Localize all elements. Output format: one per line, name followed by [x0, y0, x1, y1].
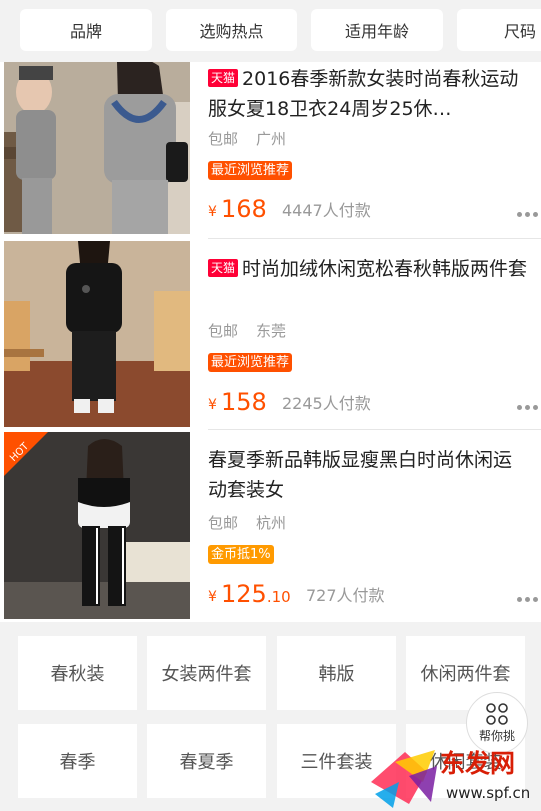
product-item[interactable]: 天猫 2016春季新款女装时尚春秋运动服女夏18卫衣24周岁25休… 包邮 广州 最…: [0, 62, 541, 239]
price-value: 168: [221, 195, 267, 223]
product-title[interactable]: 天猫 时尚加绒休闲宽松春秋韩版两件套: [208, 254, 527, 284]
filter-size[interactable]: 尺码: [457, 9, 541, 51]
location-label: 广州: [256, 130, 287, 148]
location-label: 东莞: [256, 322, 287, 340]
shipping-label: 包邮: [208, 514, 239, 532]
tmall-badge: 天猫: [208, 69, 239, 87]
product-photo-black-tracksuit: [4, 241, 190, 427]
product-title-text: 春夏季新品韩版显瘦黑白时尚休闲运动套装女: [208, 449, 513, 501]
product-title[interactable]: 春夏季新品韩版显瘦黑白时尚休闲运动套装女: [208, 445, 528, 505]
grid-dots-icon: [486, 703, 508, 725]
product-image[interactable]: HOT: [4, 432, 190, 619]
watermark-url: www.spf.cn: [446, 784, 531, 802]
price-row: ¥ 158 2245人付款: [208, 386, 538, 416]
keyword-chip[interactable]: 春夏季: [147, 724, 266, 798]
recent-view-tag: 最近浏览推荐: [208, 161, 293, 180]
product-image[interactable]: [4, 62, 190, 234]
currency-symbol: ¥: [208, 589, 217, 605]
product-photo-gray-sweatsuit: [4, 62, 190, 234]
recent-view-tag: 最近浏览推荐: [208, 353, 293, 372]
keyword-chip[interactable]: 春秋装: [18, 636, 137, 710]
tmall-badge: 天猫: [208, 259, 239, 277]
more-options-icon[interactable]: [517, 597, 538, 602]
shipping-location: 包邮 广州: [208, 128, 304, 149]
product-item[interactable]: HOT 春夏季新品韩版显瘦黑白时尚休闲运动套装女 包邮 杭州 金币抵1% ¥ 12…: [0, 430, 541, 622]
sold-count: 4447人付款: [282, 201, 371, 220]
price-row: ¥ 125.10 727人付款: [208, 578, 538, 608]
product-image[interactable]: [4, 241, 190, 427]
keyword-chip[interactable]: 韩版: [277, 636, 396, 710]
filter-bar: 品牌 选购热点 适用年龄 尺码: [0, 0, 541, 62]
price-value: 125.10: [221, 580, 291, 608]
keyword-chip[interactable]: 女装两件套: [147, 636, 266, 710]
product-title[interactable]: 天猫 2016春季新款女装时尚春秋运动服女夏18卫衣24周岁25休…: [208, 64, 528, 124]
more-options-icon[interactable]: [517, 405, 538, 410]
product-title-text: 时尚加绒休闲宽松春秋韩版两件套: [242, 258, 528, 280]
filter-hot-picks[interactable]: 选购热点: [166, 9, 297, 51]
sold-count: 2245人付款: [282, 394, 371, 413]
product-title-text: 2016春季新款女装时尚春秋运动服女夏18卫衣24周岁25休…: [208, 68, 519, 120]
shipping-label: 包邮: [208, 130, 239, 148]
watermark-text: 东发网: [440, 749, 516, 778]
shipping-label: 包邮: [208, 322, 239, 340]
coin-discount-tag: 金币抵1%: [208, 545, 274, 564]
price-value: 158: [221, 388, 267, 416]
price-row: ¥ 168 4447人付款: [208, 193, 538, 223]
more-options-icon[interactable]: [517, 212, 538, 217]
shipping-location: 包邮 东莞: [208, 320, 304, 341]
currency-symbol: ¥: [208, 397, 217, 413]
keyword-chip[interactable]: 春季: [18, 724, 137, 798]
product-item[interactable]: 天猫 时尚加绒休闲宽松春秋韩版两件套 包邮 东莞 最近浏览推荐 ¥ 158 2245…: [0, 239, 541, 430]
currency-symbol: ¥: [208, 204, 217, 220]
filter-brand[interactable]: 品牌: [20, 9, 152, 51]
location-label: 杭州: [256, 514, 287, 532]
sold-count: 727人付款: [306, 586, 385, 605]
filter-age[interactable]: 适用年龄: [311, 9, 443, 51]
shipping-location: 包邮 杭州: [208, 512, 304, 533]
product-photo-black-white-set: HOT: [4, 432, 190, 619]
